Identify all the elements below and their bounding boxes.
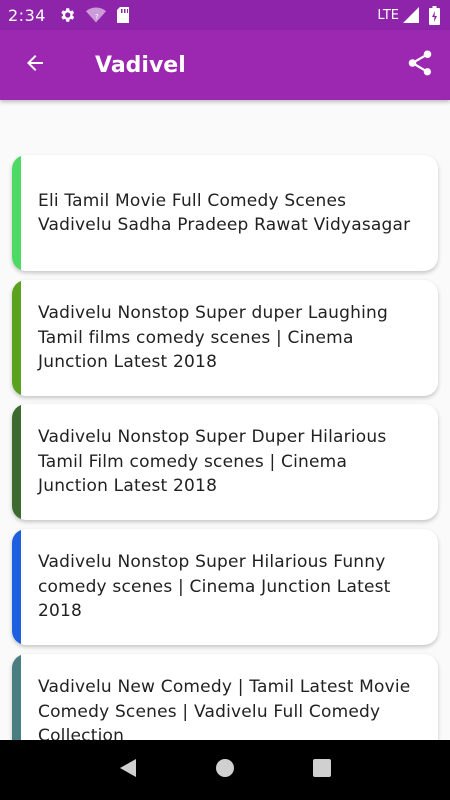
svg-text:?: ? (95, 13, 99, 21)
back-button[interactable] (0, 30, 70, 100)
video-list[interactable]: Eli Tamil Movie Full Comedy Scenes Vadiv… (0, 100, 450, 740)
card-accent-stripe (12, 155, 21, 271)
battery-charging-icon (429, 5, 440, 25)
card-accent-stripe (12, 654, 21, 740)
signal-icon (403, 7, 419, 23)
share-icon (405, 48, 435, 82)
status-bar: 2:34 ? LTE (0, 0, 450, 30)
back-triangle-icon (118, 758, 138, 782)
video-card[interactable]: Vadivelu Nonstop Super duper Laughing Ta… (12, 280, 438, 396)
video-card[interactable]: Vadivelu Nonstop Super Duper Hilarious T… (12, 404, 438, 520)
video-card[interactable]: Vadivelu Nonstop Super Hilarious Funny c… (12, 529, 438, 645)
video-card[interactable]: Vadivelu New Comedy | Tamil Latest Movie… (12, 654, 438, 740)
nav-back-button[interactable] (108, 750, 148, 790)
video-card[interactable]: Eli Tamil Movie Full Comedy Scenes Vadiv… (12, 155, 438, 271)
status-time: 2:34 (8, 5, 46, 25)
card-accent-stripe (12, 529, 21, 645)
nav-recents-button[interactable] (302, 750, 342, 790)
video-title: Vadivelu Nonstop Super Hilarious Funny c… (38, 552, 391, 622)
app-bar: Vadivel (0, 30, 450, 100)
video-title: Vadivelu Nonstop Super Duper Hilarious T… (38, 427, 387, 497)
recents-square-icon (312, 759, 331, 781)
share-button[interactable] (390, 30, 450, 100)
video-title: Vadivelu New Comedy | Tamil Latest Movie… (38, 677, 411, 740)
card-accent-stripe (12, 404, 21, 520)
wifi-icon: ? (85, 6, 106, 24)
system-nav-bar (0, 740, 450, 800)
video-title: Vadivelu Nonstop Super duper Laughing Ta… (38, 303, 389, 373)
home-circle-icon (215, 758, 235, 782)
settings-icon (58, 6, 76, 24)
sd-card-icon (116, 6, 130, 24)
video-title: Eli Tamil Movie Full Comedy Scenes Vadiv… (38, 190, 411, 236)
card-accent-stripe (12, 280, 21, 396)
page-title: Vadivel (95, 52, 186, 78)
arrow-back-icon (23, 51, 47, 79)
nav-home-button[interactable] (205, 750, 245, 790)
network-type: LTE (377, 7, 399, 23)
